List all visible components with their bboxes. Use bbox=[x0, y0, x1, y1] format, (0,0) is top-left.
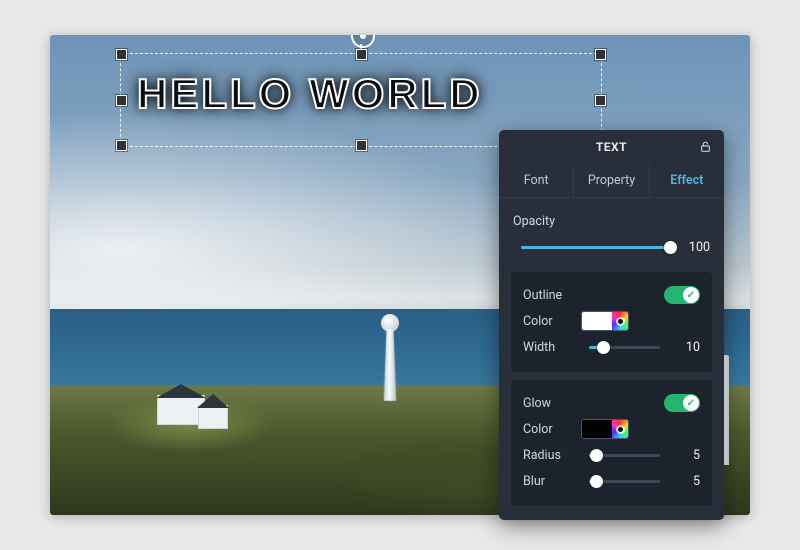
outline-color-label: Color bbox=[523, 314, 581, 329]
outline-group: Outline ✓ Color Width 10 bbox=[511, 272, 712, 372]
photo-cottage bbox=[198, 405, 228, 429]
glow-color-chip bbox=[582, 420, 612, 438]
glow-color-swatch[interactable] bbox=[581, 419, 629, 439]
outline-color-swatch[interactable] bbox=[581, 311, 629, 331]
tab-effect[interactable]: Effect bbox=[650, 164, 724, 197]
glow-color-label: Color bbox=[523, 422, 581, 437]
glow-blur-slider[interactable] bbox=[589, 471, 660, 491]
glow-radius-slider[interactable] bbox=[589, 445, 660, 465]
resize-handle-bl[interactable] bbox=[116, 140, 127, 151]
resize-handle-tl[interactable] bbox=[116, 49, 127, 60]
tab-font[interactable]: Font bbox=[499, 164, 574, 197]
panel-tabs: Font Property Effect bbox=[499, 164, 724, 198]
color-picker-icon[interactable] bbox=[612, 420, 628, 438]
opacity-section: Opacity 100 bbox=[499, 198, 724, 264]
outline-width-label: Width bbox=[523, 340, 581, 355]
glow-label: Glow bbox=[523, 396, 581, 411]
resize-handle-bm[interactable] bbox=[356, 140, 367, 151]
opacity-value: 100 bbox=[678, 240, 710, 255]
lock-icon[interactable] bbox=[699, 139, 712, 154]
panel-header: TEXT bbox=[499, 130, 724, 164]
resize-handle-tm[interactable] bbox=[356, 49, 367, 60]
resize-handle-ml[interactable] bbox=[116, 95, 127, 106]
photo-lighthouse bbox=[380, 310, 400, 400]
outline-width-slider[interactable] bbox=[589, 337, 660, 357]
resize-handle-tr[interactable] bbox=[595, 49, 606, 60]
text-object[interactable]: HELLO WORLD bbox=[137, 70, 585, 118]
glow-group: Glow ✓ Color Radius 5 Blur 5 bbox=[511, 380, 712, 506]
outline-label: Outline bbox=[523, 288, 581, 303]
outline-width-value: 10 bbox=[668, 340, 700, 355]
outline-toggle[interactable]: ✓ bbox=[664, 286, 700, 304]
glow-toggle[interactable]: ✓ bbox=[664, 394, 700, 412]
outline-color-chip bbox=[582, 312, 612, 330]
glow-radius-label: Radius bbox=[523, 448, 581, 463]
glow-radius-value: 5 bbox=[668, 448, 700, 463]
opacity-slider[interactable] bbox=[521, 237, 670, 257]
glow-blur-value: 5 bbox=[668, 474, 700, 489]
resize-handle-mr[interactable] bbox=[595, 95, 606, 106]
color-picker-icon[interactable] bbox=[612, 312, 628, 330]
text-panel: TEXT Font Property Effect Opacity 100 Ou… bbox=[499, 130, 724, 520]
panel-title: TEXT bbox=[596, 140, 627, 154]
opacity-label: Opacity bbox=[513, 214, 571, 229]
glow-blur-label: Blur bbox=[523, 474, 581, 489]
tab-property[interactable]: Property bbox=[574, 164, 649, 197]
